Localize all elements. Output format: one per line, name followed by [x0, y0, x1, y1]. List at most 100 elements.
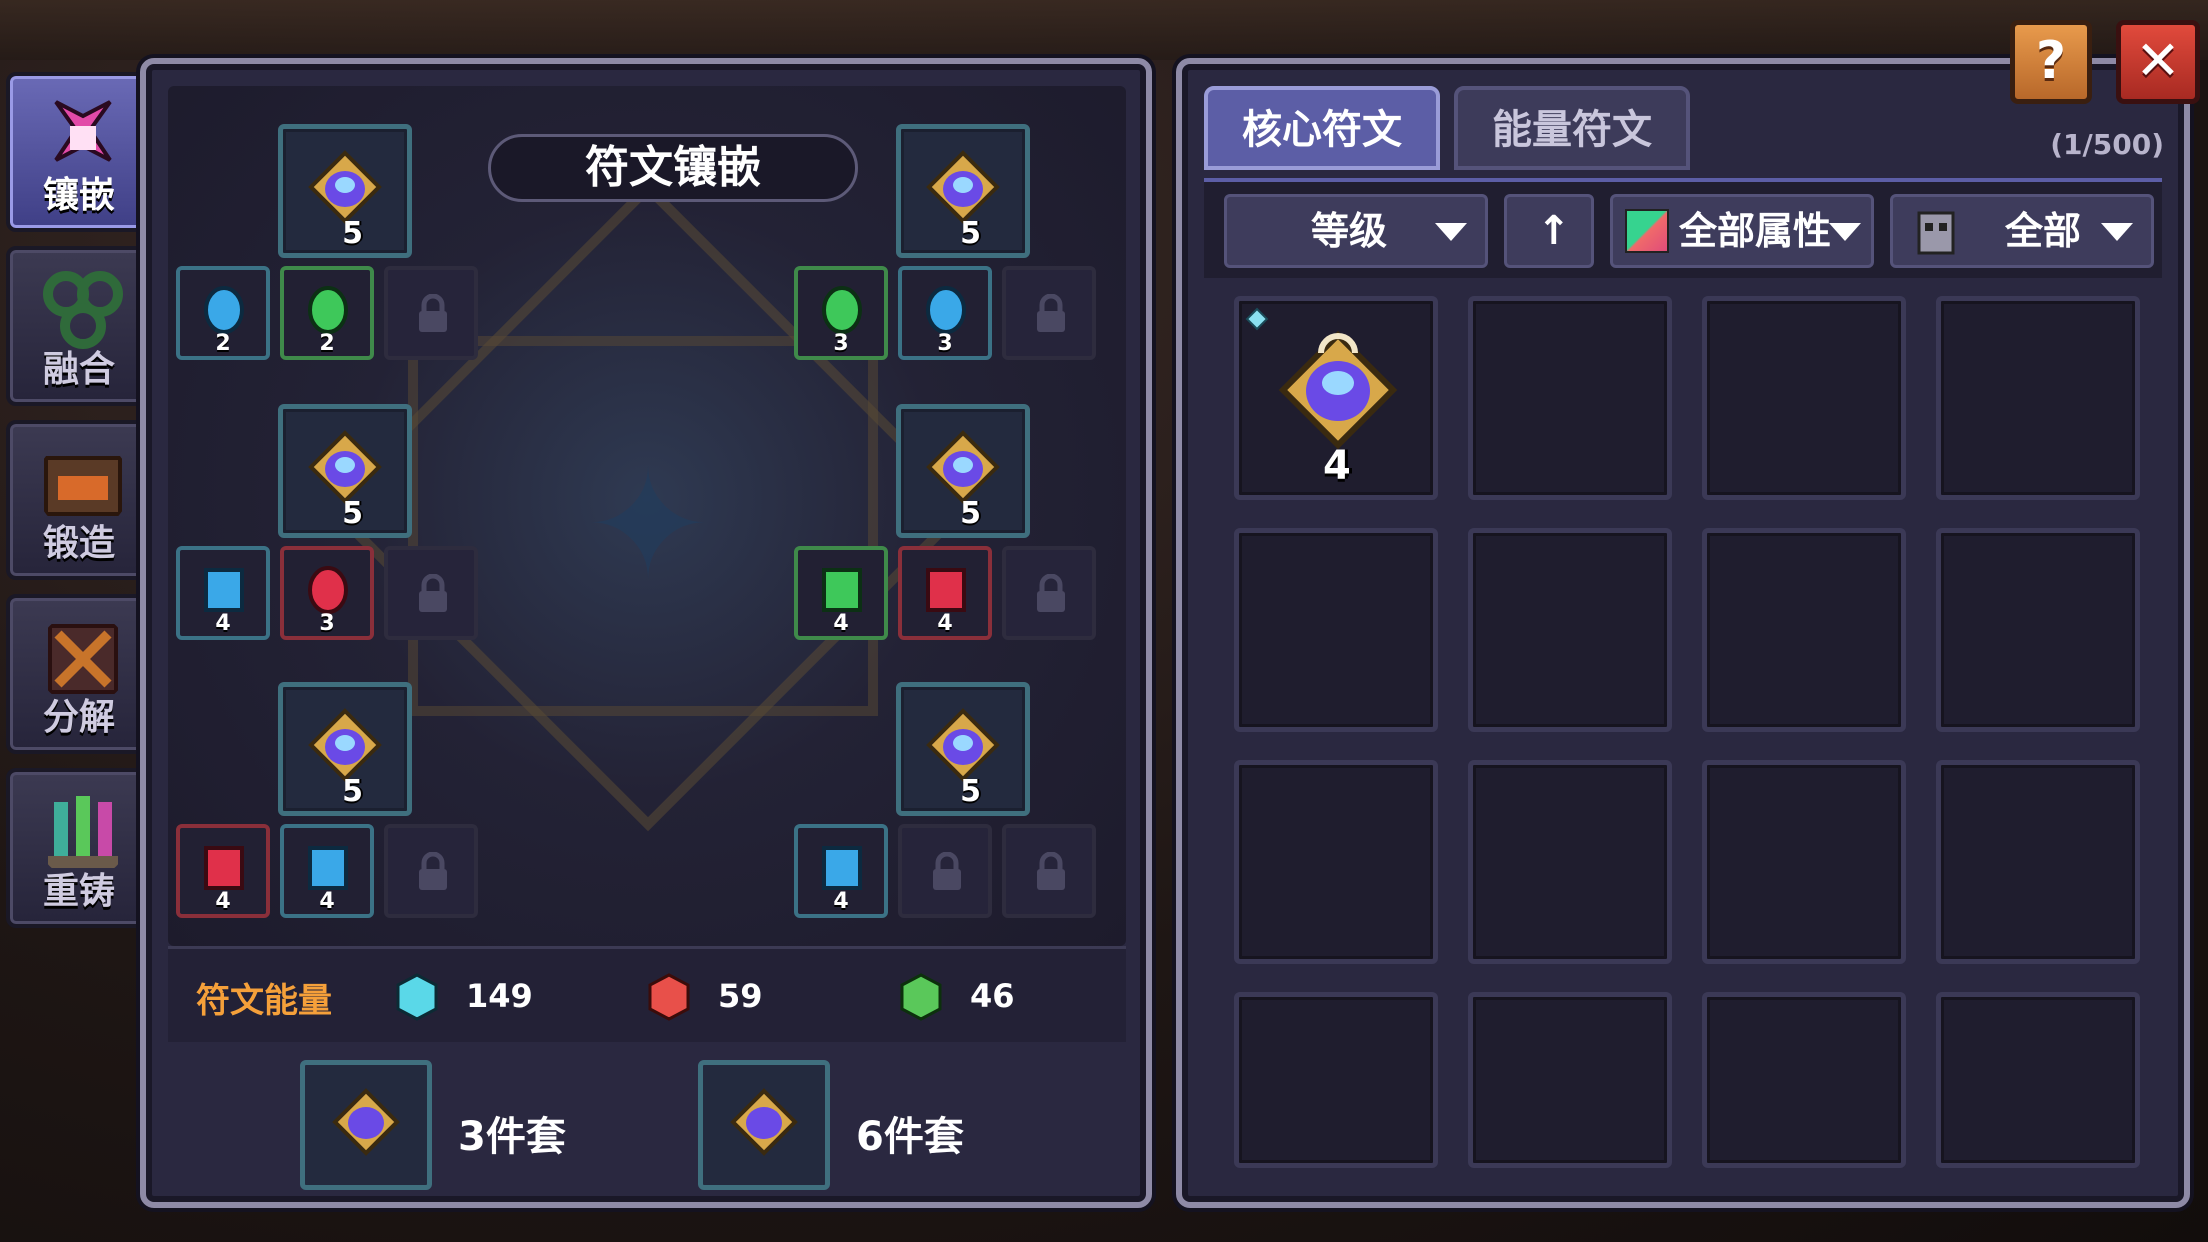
energy-rune-slot[interactable]: 4: [898, 546, 992, 640]
core-rune-slot[interactable]: 5: [896, 682, 1030, 816]
rune-board: ✦ 符文镶嵌 5 5 5 5 5 5 2 2 3 3 4 3 4 4 4 4 4: [168, 86, 1126, 946]
energy-rune-slot[interactable]: 2: [176, 266, 270, 360]
energy-rune-icon: [926, 568, 966, 612]
close-button[interactable]: ✕: [2116, 20, 2200, 104]
inventory-slot[interactable]: [1234, 760, 1438, 964]
energy-rune-icon: [822, 846, 862, 890]
inventory-slot[interactable]: [1702, 528, 1906, 732]
nav-decompose-button[interactable]: 分解: [6, 594, 152, 754]
locked-slot: [898, 824, 992, 918]
core-rune-slot[interactable]: 5: [896, 124, 1030, 258]
rune-level: 4: [215, 611, 231, 636]
inventory-counter: (1/500): [2050, 128, 2164, 161]
inventory-slot[interactable]: [1468, 992, 1672, 1168]
energy-rune-slot[interactable]: 4: [280, 824, 374, 918]
energy-rune-icon: [308, 566, 348, 614]
type-dropdown[interactable]: 全部: [1890, 194, 2154, 268]
red-energy-value: 59: [718, 977, 763, 1015]
sort-order-button[interactable]: ↑: [1504, 194, 1594, 268]
rune-inventory-panel: 核心符文 能量符文 (1/500) 等级 ↑ 全部属性 全部 4: [1176, 58, 2190, 1208]
set-3-slot[interactable]: [300, 1060, 432, 1190]
rune-level: 2: [215, 331, 231, 356]
core-rune-icon: [308, 150, 382, 224]
attribute-dropdown[interactable]: 全部属性: [1610, 194, 1874, 268]
tab-energy-runes[interactable]: 能量符文: [1454, 86, 1690, 170]
core-rune-slot[interactable]: 5: [278, 124, 412, 258]
lock-icon: [1037, 574, 1065, 612]
energy-rune-slot[interactable]: 3: [280, 546, 374, 640]
rune-level: 4: [937, 611, 953, 636]
locked-slot: [1002, 824, 1096, 918]
nav-label: 镶嵌: [42, 175, 115, 216]
set-bonuses: 3件套 6件套: [168, 1044, 1126, 1204]
close-icon: ✕: [2135, 29, 2181, 92]
inventory-slot[interactable]: [1468, 528, 1672, 732]
inventory-slot[interactable]: [1468, 296, 1672, 500]
rune-level: 5: [342, 496, 363, 531]
inventory-slot[interactable]: [1234, 992, 1438, 1168]
rune-inlay-panel: ✦ 符文镶嵌 5 5 5 5 5 5 2 2 3 3 4 3 4 4 4 4 4…: [140, 58, 1152, 1208]
energy-rune-icon: [308, 286, 348, 334]
lock-icon: [419, 852, 447, 890]
inventory-slot[interactable]: [1936, 528, 2140, 732]
inventory-slot[interactable]: [1468, 760, 1672, 964]
chevron-down-icon: [1435, 223, 1467, 241]
nav-label: 重铸: [42, 871, 115, 912]
arrow-up-icon: ↑: [1537, 208, 1571, 254]
energy-rune-icon: [308, 846, 348, 890]
nav-inlay-button[interactable]: 镶嵌: [6, 72, 152, 232]
core-rune-slot[interactable]: 5: [896, 404, 1030, 538]
attribute-label: 全部属性: [1679, 209, 1832, 253]
chevron-down-icon: [1829, 223, 1861, 241]
set-6-slot[interactable]: [698, 1060, 830, 1190]
inventory-slot[interactable]: [1702, 296, 1906, 500]
new-badge-icon: [1245, 307, 1269, 331]
lock-icon: [419, 574, 447, 612]
energy-rune-slot[interactable]: 4: [176, 546, 270, 640]
core-rune-slot[interactable]: 5: [278, 404, 412, 538]
sort-dropdown[interactable]: 等级: [1224, 194, 1488, 268]
rune-level: 5: [960, 774, 981, 809]
energy-rune-slot[interactable]: 3: [898, 266, 992, 360]
core-rune-icon: [926, 430, 1000, 504]
inventory-slot[interactable]: 4: [1234, 296, 1438, 500]
set-rune-icon: [730, 1088, 798, 1156]
nav-fusion-button[interactable]: 融合: [6, 246, 152, 406]
sort-label: 等级: [1311, 209, 1388, 253]
rune-level: 4: [319, 889, 335, 914]
rune-level: 2: [319, 331, 335, 356]
energy-rune-slot[interactable]: 2: [280, 266, 374, 360]
set-6-label: 6件套: [856, 1114, 964, 1160]
blue-energy-icon: [396, 973, 438, 1021]
help-button[interactable]: ?: [2010, 20, 2092, 104]
question-icon: ?: [2035, 31, 2067, 91]
rune-level: 4: [215, 889, 231, 914]
inventory-slot[interactable]: [1702, 992, 1906, 1168]
energy-rune-slot[interactable]: 3: [794, 266, 888, 360]
inventory-slot[interactable]: [1936, 992, 2140, 1168]
energy-rune-slot[interactable]: 4: [176, 824, 270, 918]
energy-rune-slot[interactable]: 4: [794, 546, 888, 640]
locked-slot: [1002, 546, 1096, 640]
nav-forge-button[interactable]: 锻造: [6, 420, 152, 580]
inventory-slot[interactable]: [1702, 760, 1906, 964]
core-rune-slot[interactable]: 5: [278, 682, 412, 816]
type-label: 全部: [2005, 209, 2082, 253]
inventory-slot[interactable]: [1936, 296, 2140, 500]
green-energy-value: 46: [970, 977, 1015, 1015]
nav-label: 分解: [42, 697, 115, 738]
energy-rune-icon: [204, 846, 244, 890]
attribute-icon: [1625, 209, 1669, 253]
core-rune-icon: [926, 708, 1000, 782]
energy-rune-icon: [204, 568, 244, 612]
rune-level: 5: [342, 216, 363, 251]
nav-recast-button[interactable]: 重铸: [6, 768, 152, 928]
rune-type-icon: [1917, 211, 1955, 255]
inventory-slot[interactable]: [1234, 528, 1438, 732]
energy-rune-slot[interactable]: 4: [794, 824, 888, 918]
lock-icon: [1037, 852, 1065, 890]
inventory-slot[interactable]: [1936, 760, 2140, 964]
background-top: [0, 0, 2208, 60]
rune-level: 5: [960, 216, 981, 251]
tab-core-runes[interactable]: 核心符文: [1204, 86, 1440, 170]
